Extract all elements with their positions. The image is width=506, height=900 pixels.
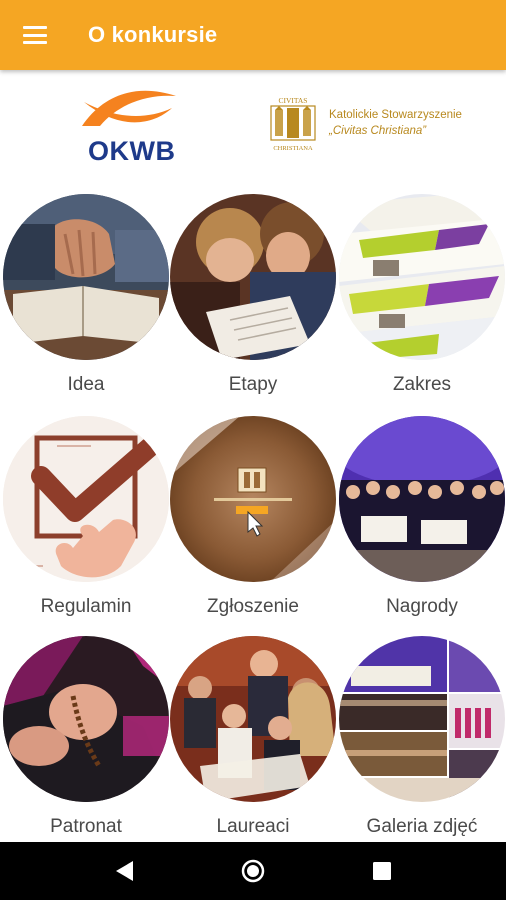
system-navigation-bar xyxy=(0,842,506,900)
tile-etapy[interactable]: Etapy xyxy=(170,194,336,396)
registration-click-icon xyxy=(170,416,336,582)
okwb-logo: OKWB xyxy=(80,82,180,168)
civitas-name-line2: „Civitas Christiana” xyxy=(329,125,427,137)
civitas-emblem-top-text: CIVITAS xyxy=(279,96,308,105)
tile-zakres[interactable]: Zakres xyxy=(339,194,505,396)
tile-label: Nagrody xyxy=(386,596,458,617)
tile-label: Zgłoszenie xyxy=(207,596,299,617)
hamburger-menu-icon[interactable] xyxy=(0,0,70,70)
tile-label: Etapy xyxy=(228,374,278,395)
tile-patronat[interactable]: Patronat xyxy=(3,636,169,838)
tile-nagrody[interactable]: Nagrody xyxy=(339,416,505,618)
civitas-name-line1: Katolickie Stowarzyszenie xyxy=(329,109,462,121)
main-content[interactable]: OKWB CIVITAS CHRISTIANA Katolickie Stowa… xyxy=(0,70,506,842)
tile-label: Zakres xyxy=(392,374,452,395)
tile-label: Idea xyxy=(67,374,105,395)
tile-regulamin[interactable]: Regulamin xyxy=(3,416,169,618)
home-circle-icon[interactable] xyxy=(223,842,283,900)
tile-zgloszenie[interactable]: Zgłoszenie xyxy=(170,416,336,618)
civitas-emblem-icon: CIVITAS CHRISTIANA xyxy=(265,95,321,153)
tile-galeria-zdjec[interactable]: Galeria zdjęć xyxy=(339,636,505,838)
students-writing-photo xyxy=(170,194,336,360)
okwb-logo-text: OKWB xyxy=(88,136,176,166)
sponsor-logos: OKWB CIVITAS CHRISTIANA Katolickie Stowa… xyxy=(0,70,506,190)
civitas-emblem-bottom-text: CHRISTIANA xyxy=(273,145,313,152)
praying-hands-bible-photo xyxy=(3,194,169,360)
award-winners-stage-photo xyxy=(339,416,505,582)
civitas-christiana-logo: CIVITAS CHRISTIANA Katolickie Stowarzysz… xyxy=(265,95,485,155)
photo-collage-gallery xyxy=(339,636,505,802)
laureates-ceremony-photo xyxy=(170,636,336,802)
recents-square-icon[interactable] xyxy=(352,842,412,900)
page-title: O konkursie xyxy=(88,22,218,47)
tile-label: Patronat xyxy=(50,816,122,837)
tile-idea[interactable]: Idea xyxy=(3,194,169,396)
app-bar: O konkursie xyxy=(0,0,506,70)
back-triangle-icon[interactable] xyxy=(94,842,154,900)
checkbox-checkmark-icon xyxy=(3,416,169,582)
tile-label: Laureaci xyxy=(216,816,290,837)
tile-laureaci[interactable]: Laureaci xyxy=(170,636,336,838)
tile-label: Regulamin xyxy=(40,596,132,617)
printed-leaflets-photo xyxy=(339,194,505,360)
fish-symbol-icon xyxy=(82,90,176,126)
bishop-rosary-photo xyxy=(3,636,169,802)
tile-label: Galeria zdjęć xyxy=(366,816,478,837)
